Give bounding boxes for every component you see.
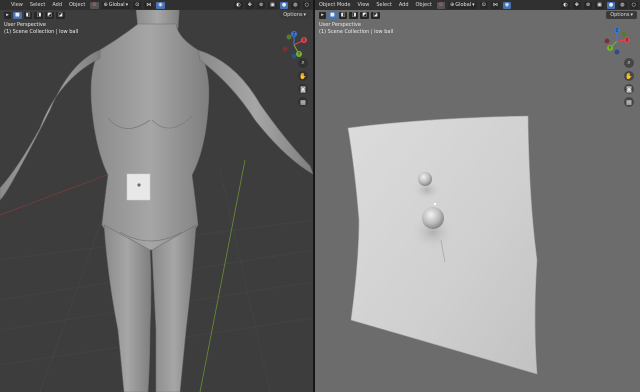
svg-text:Y: Y (608, 46, 612, 51)
transform-orientation-dropdown[interactable]: ⊕ Global ▾ (448, 1, 477, 9)
select-mode-new-icon[interactable]: ■ (13, 11, 22, 19)
camera-icon[interactable]: ◙ (298, 84, 308, 94)
grid-icon[interactable]: ▦ (298, 97, 308, 107)
overlay-icon[interactable]: ⊚ (256, 1, 266, 9)
collection-label: (1) Scene Collection | low ball (4, 29, 79, 35)
options-label: Options (610, 12, 630, 18)
chevron-down-icon: ▾ (630, 12, 633, 18)
select-box-icon[interactable]: ▸ (4, 11, 11, 19)
low-ball (422, 207, 444, 229)
select-mode-intersect-icon[interactable]: ◪ (55, 11, 65, 19)
small-ball (418, 172, 432, 186)
shading-rendered-icon[interactable]: ○ (629, 1, 638, 9)
pivot-icon[interactable]: ⊙ (133, 1, 142, 9)
mode-selector[interactable]: Object Mode (317, 2, 353, 8)
visibility-icon[interactable]: ◐ (234, 1, 243, 9)
camera-icon[interactable]: ◙ (624, 84, 634, 94)
viewport-right-info: User Perspective (1) Scene Collection | … (319, 22, 393, 36)
xray-icon[interactable]: ▣ (268, 1, 277, 9)
proportional-edit-icon[interactable]: ◉ (502, 1, 512, 9)
hand-pan-icon[interactable]: ✋ (298, 71, 308, 81)
menu-add[interactable]: Add (397, 2, 411, 8)
viewport-right[interactable]: Object Mode View Select Add Object ⊘ ⊕ G… (315, 0, 640, 392)
navigation-gizmo[interactable]: X Y Z (279, 30, 309, 60)
snapping-icon[interactable]: ⋈ (490, 1, 500, 9)
viewport-left-info: User Perspective (1) Scene Collection | … (4, 22, 78, 36)
chevron-down-icon: ▾ (472, 2, 475, 8)
viewport-left-toolbar: ▸ ■ ◧ ◨ ◩ ◪ (0, 10, 313, 20)
svg-text:Z: Z (616, 28, 619, 33)
y-axis-line (199, 159, 246, 392)
viewport-left-header: View Select Add Object ⊘ ⊕ Global ▾ ⊙ ⋈ … (0, 0, 313, 10)
svg-text:X: X (626, 38, 629, 43)
viewport-right-toolbar: ▸ ■ ◧ ◨ ◩ ◪ (315, 10, 640, 20)
transform-orientation-label: Global (108, 2, 125, 8)
menu-object[interactable]: Object (67, 2, 87, 8)
shading-material-icon[interactable]: ◍ (291, 1, 300, 9)
transform-orientation-label: Global (455, 2, 472, 8)
svg-text:X: X (303, 38, 306, 43)
select-mode-extend-icon[interactable]: ◧ (338, 11, 348, 19)
menu-object[interactable]: Object (414, 2, 434, 8)
select-mode-extend-icon[interactable]: ◧ (23, 11, 33, 19)
grid-icon[interactable]: ▦ (624, 97, 634, 107)
menu-view[interactable]: View (9, 2, 25, 8)
options-label: Options (283, 12, 303, 18)
visibility-icon[interactable]: ◐ (561, 1, 570, 9)
zoom-icon[interactable]: ⌕ (298, 58, 308, 68)
viewport-left[interactable]: View Select Add Object ⊘ ⊕ Global ▾ ⊙ ⋈ … (0, 0, 313, 392)
viewport-left-nav: ⌕ ✋ ◙ ▦ (298, 58, 308, 107)
shading-rendered-icon[interactable]: ○ (302, 1, 311, 9)
collection-label: (1) Scene Collection | low ball (319, 29, 394, 35)
svg-text:Z: Z (293, 32, 296, 37)
x-axis-line (0, 169, 121, 216)
perspective-label: User Perspective (4, 22, 46, 28)
orientation-icon: ⊕ (450, 2, 455, 8)
gizmo-toggle-icon[interactable]: ✥ (245, 1, 254, 9)
snapping-icon[interactable]: ⋈ (144, 1, 154, 9)
pivot-icon[interactable]: ⊙ (479, 1, 488, 9)
select-mode-invert-icon[interactable]: ◩ (45, 11, 54, 19)
menu-add[interactable]: Add (50, 2, 64, 8)
xray-icon[interactable]: ▣ (595, 1, 604, 9)
zoom-icon[interactable]: ⌕ (624, 58, 634, 68)
shading-solid-icon[interactable]: ● (606, 1, 616, 9)
hand-pan-icon[interactable]: ✋ (624, 71, 634, 81)
human-model (0, 0, 313, 392)
viewport-right-nav: ⌕ ✋ ◙ ▦ (624, 58, 634, 107)
snap-icon[interactable]: ⊘ (436, 1, 445, 9)
select-mode-subtract-icon[interactable]: ◨ (349, 11, 359, 19)
select-mode-subtract-icon[interactable]: ◨ (34, 11, 44, 19)
select-box-icon[interactable]: ▸ (319, 11, 326, 19)
shading-solid-icon[interactable]: ● (279, 1, 289, 9)
selected-patch (126, 173, 151, 201)
proportional-edit-icon[interactable]: ◉ (156, 1, 165, 9)
viewport-right-scene (347, 115, 538, 375)
menu-select[interactable]: Select (28, 2, 47, 8)
shading-material-icon[interactable]: ◍ (618, 1, 627, 9)
viewport-left-scene (0, 0, 313, 392)
snap-icon[interactable]: ⊘ (90, 1, 99, 9)
navel-marker (137, 183, 141, 187)
options-button[interactable]: Options ▾ (279, 11, 310, 19)
chevron-down-icon: ▾ (125, 2, 129, 8)
select-mode-intersect-icon[interactable]: ◪ (370, 11, 380, 19)
svg-text:Y: Y (297, 52, 301, 57)
select-mode-invert-icon[interactable]: ◩ (360, 11, 369, 19)
viewport-right-header: Object Mode View Select Add Object ⊘ ⊕ G… (315, 0, 640, 10)
perspective-label: User Perspective (319, 22, 361, 28)
navigation-gizmo[interactable]: X Y Z (602, 26, 632, 56)
menu-select[interactable]: Select (374, 2, 393, 8)
select-mode-new-icon[interactable]: ■ (328, 11, 337, 19)
transform-orientation-dropdown[interactable]: ⊕ Global ▾ (101, 1, 131, 9)
chevron-down-icon: ▾ (303, 12, 306, 18)
menu-view[interactable]: View (356, 2, 372, 8)
overlay-icon[interactable]: ⊚ (583, 1, 593, 9)
options-button[interactable]: Options ▾ (606, 11, 637, 19)
orientation-icon: ⊕ (103, 2, 108, 8)
gizmo-toggle-icon[interactable]: ✥ (572, 1, 581, 9)
